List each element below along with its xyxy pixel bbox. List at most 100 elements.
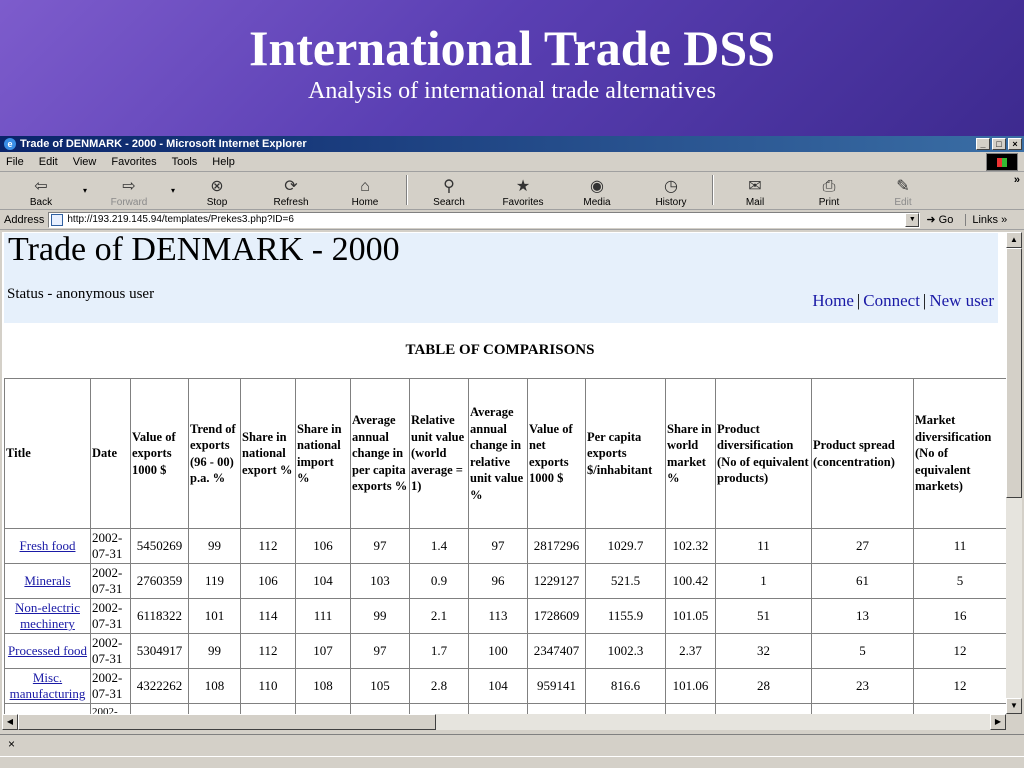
go-arrow-icon: ➜	[926, 214, 936, 226]
address-input[interactable]: http://193.219.145.94/templates/Prekes3.…	[48, 211, 921, 228]
mail-button[interactable]: ✉ Mail	[718, 177, 792, 209]
back-button[interactable]: ⇦ Back	[4, 177, 78, 209]
date-cell: 2002-07-31	[90, 633, 131, 669]
history-button[interactable]: ◷ History	[634, 177, 708, 209]
stop-button[interactable]: ⊗ Stop	[180, 177, 254, 209]
column-header: Trend of exports (96 - 00) p.a. %	[188, 378, 241, 529]
table-row: Fresh food 2002-07-31 5450269 99 112 106 97 1.4…	[4, 528, 1006, 564]
menu-file[interactable]: File	[6, 156, 24, 168]
column-header: Average annual change in relative unit v…	[468, 378, 528, 529]
forward-dropdown-icon[interactable]: ▾	[166, 186, 180, 209]
value-cell: 0.9	[409, 563, 469, 599]
column-header: Share in national export %	[240, 378, 296, 529]
value-cell: 61	[811, 563, 914, 599]
table-row-partial: 2002-	[4, 703, 1006, 714]
address-url: http://193.219.145.94/templates/Prekes3.…	[67, 214, 294, 225]
value-cell: 105	[350, 668, 410, 704]
scroll-right-icon[interactable]: ▶	[990, 714, 1006, 730]
column-header: Product spread (concentration)	[811, 378, 914, 529]
new-user-link[interactable]: New user	[929, 291, 994, 310]
product-title-cell: Minerals	[4, 563, 91, 599]
value-cell: 112	[240, 528, 296, 564]
maximize-button[interactable]: □	[992, 138, 1006, 150]
product-link[interactable]: Non-electric mechinery	[15, 600, 80, 631]
value-cell: 12	[913, 668, 1006, 704]
close-button[interactable]: ×	[1008, 138, 1022, 150]
menu-favorites[interactable]: Favorites	[111, 156, 156, 168]
value-cell: 23	[811, 668, 914, 704]
product-link[interactable]: Fresh food	[20, 538, 76, 553]
value-cell: 100.42	[665, 563, 716, 599]
value-cell	[409, 703, 469, 714]
value-cell: 959141	[527, 668, 586, 704]
back-dropdown-icon[interactable]: ▾	[78, 186, 92, 209]
product-title-cell: Non-electric mechinery	[4, 598, 91, 634]
value-cell: 1	[715, 563, 812, 599]
value-cell: 51	[715, 598, 812, 634]
home-link[interactable]: Home	[812, 291, 854, 310]
scroll-left-icon[interactable]: ◀	[2, 714, 18, 730]
scroll-down-icon[interactable]: ▼	[1006, 698, 1022, 714]
horizontal-scrollbar[interactable]: ◀ ▶	[2, 714, 1006, 730]
refresh-icon: ⟳	[284, 178, 298, 195]
value-cell: 114	[240, 598, 296, 634]
print-button[interactable]: ⎙ Print	[792, 177, 866, 209]
column-header: Relative unit value (world average = 1)	[409, 378, 469, 529]
browser-window: e Trade of DENMARK - 2000 - Microsoft In…	[0, 136, 1024, 768]
product-link[interactable]: Minerals	[24, 573, 70, 588]
value-cell: 97	[350, 633, 410, 669]
forward-button[interactable]: ⇨ Forward	[92, 177, 166, 209]
toolbar: ⇦ Back ▾ ⇨ Forward ▾ ⊗ Stop ⟳ Refresh ⌂ Home …	[0, 172, 1024, 210]
column-header: Title	[4, 378, 91, 529]
address-bar: Address http://193.219.145.94/templates/…	[0, 210, 1024, 230]
media-button[interactable]: ◉ Media	[560, 177, 634, 209]
value-cell: 113	[468, 598, 528, 634]
column-header: Date	[90, 378, 131, 529]
value-cell: 12	[913, 633, 1006, 669]
window-titlebar[interactable]: e Trade of DENMARK - 2000 - Microsoft In…	[0, 136, 1024, 152]
favorites-icon: ★	[515, 178, 531, 195]
product-title-cell: Misc. manufacturing	[4, 668, 91, 704]
value-cell: 102.32	[665, 528, 716, 564]
minimize-button[interactable]: _	[976, 138, 990, 150]
value-cell	[4, 703, 91, 714]
column-header: Per capita exports $/inhabitant	[585, 378, 666, 529]
links-button[interactable]: Links »	[965, 213, 1007, 226]
find-bar: ×	[0, 734, 1024, 754]
address-dropdown-icon[interactable]: ▼	[905, 212, 920, 227]
menu-view[interactable]: View	[73, 156, 97, 168]
value-cell: 106	[240, 563, 296, 599]
vertical-scrollbar[interactable]: ▲ ▼	[1006, 232, 1022, 714]
value-cell	[240, 703, 296, 714]
menu-edit[interactable]: Edit	[39, 156, 58, 168]
value-cell	[527, 703, 586, 714]
horizontal-scroll-thumb[interactable]	[18, 714, 436, 730]
product-link[interactable]: Misc. manufacturing	[10, 670, 86, 701]
status-bar	[0, 756, 1024, 768]
vertical-scroll-thumb[interactable]	[1006, 248, 1022, 498]
value-cell: 97	[350, 528, 410, 564]
favorites-button[interactable]: ★ Favorites	[486, 177, 560, 209]
go-button[interactable]: ➜ Go	[926, 213, 953, 226]
page-heading: Trade of DENMARK - 2000	[8, 232, 400, 268]
menu-help[interactable]: Help	[212, 156, 235, 168]
value-cell: 2760359	[130, 563, 189, 599]
find-bar-close-icon[interactable]: ×	[8, 737, 15, 751]
refresh-button[interactable]: ⟳ Refresh	[254, 177, 328, 209]
value-cell: 2.1	[409, 598, 469, 634]
connect-link[interactable]: Connect	[863, 291, 920, 310]
window-title: Trade of DENMARK - 2000 - Microsoft Inte…	[20, 138, 307, 150]
column-header: Average annual change in per capita expo…	[350, 378, 410, 529]
scroll-up-icon[interactable]: ▲	[1006, 232, 1022, 248]
value-cell	[295, 703, 351, 714]
value-cell	[913, 703, 1006, 714]
search-button[interactable]: ⚲ Search	[412, 177, 486, 209]
home-button[interactable]: ⌂ Home	[328, 177, 402, 209]
value-cell: 2347407	[527, 633, 586, 669]
menu-tools[interactable]: Tools	[172, 156, 198, 168]
media-icon: ◉	[590, 178, 604, 195]
product-link[interactable]: Processed food	[8, 643, 87, 658]
edit-button[interactable]: ✎ Edit	[866, 177, 940, 209]
toolbar-more-icon[interactable]: »	[1014, 174, 1020, 186]
column-header: Share in world market %	[665, 378, 716, 529]
